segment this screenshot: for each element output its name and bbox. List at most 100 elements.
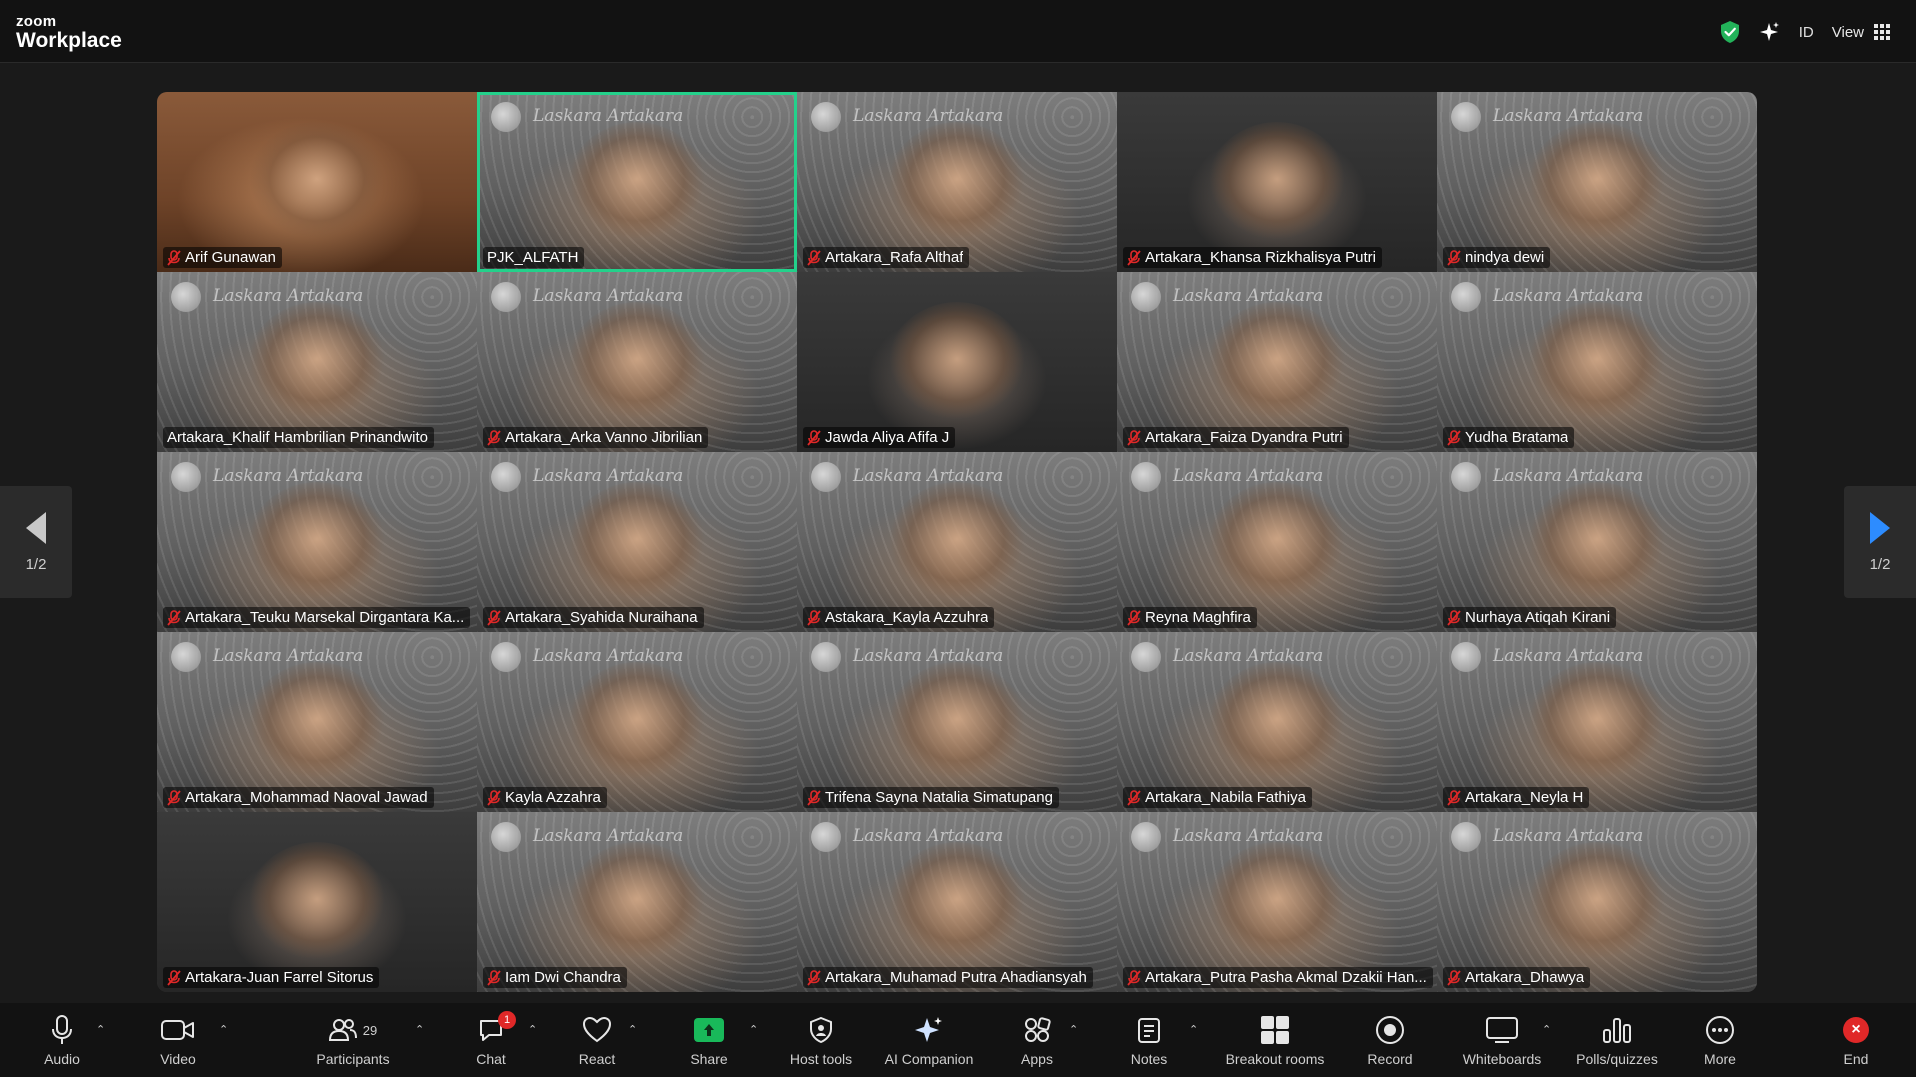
video-tile[interactable]: Laskara Artakara Artakara_Teuku Marsekal … <box>157 452 477 632</box>
background-watermark: Laskara Artakara <box>853 466 1004 486</box>
whiteboards-label: Whiteboards <box>1462 1051 1542 1067</box>
more-button[interactable]: More <box>1670 1013 1770 1075</box>
arrow-right-icon <box>1870 511 1890 544</box>
participant-name: Yudha Bratama <box>1465 429 1569 446</box>
zoom-logo: zoom Workplace <box>16 14 122 52</box>
next-page-button[interactable]: 1/2 <box>1844 486 1916 598</box>
polls-quizzes-button[interactable]: Polls/quizzes <box>1567 1013 1667 1075</box>
video-tile[interactable]: Laskara Artakara Kayla Azzahra <box>477 632 797 812</box>
react-options-chevron-up-icon[interactable]: ⌃ <box>628 1023 637 1036</box>
organization-logo-icon <box>1451 462 1481 492</box>
video-tile[interactable]: Laskara Artakara Artakara_Rafa Althaf <box>797 92 1117 272</box>
share-button[interactable]: Share <box>659 1013 759 1075</box>
video-tile[interactable]: Laskara Artakara Yudha Bratama <box>1437 272 1757 452</box>
muted-mic-icon <box>1447 429 1461 446</box>
participant-name: Reyna Maghfira <box>1145 609 1251 626</box>
participant-name: nindya dewi <box>1465 249 1545 266</box>
video-tile[interactable]: Arif Gunawan <box>157 92 477 272</box>
video-options-chevron-up-icon[interactable]: ⌃ <box>219 1023 228 1036</box>
participants-button[interactable]: 29 Participants <box>303 1013 403 1075</box>
participant-name: Astakara_Kayla Azzuhra <box>825 609 989 626</box>
notes-button[interactable]: Notes <box>1099 1013 1199 1075</box>
end-meeting-button[interactable]: × End <box>1806 1013 1906 1075</box>
participant-name: Artakara_Teuku Marsekal Dirgantara Ka... <box>185 609 465 626</box>
audio-options-chevron-up-icon[interactable]: ⌃ <box>96 1023 105 1036</box>
organization-logo-icon <box>1131 642 1161 672</box>
organization-logo-icon <box>1131 282 1161 312</box>
audio-label: Audio <box>44 1051 80 1067</box>
video-tile[interactable]: Laskara Artakara Artakara_Mohammad Naoval… <box>157 632 477 812</box>
participant-name-tag: Yudha Bratama <box>1443 427 1575 448</box>
host-shield-icon <box>810 1017 832 1043</box>
participants-icon <box>328 1019 357 1041</box>
participant-name-tag: Artakara_Nabila Fathiya <box>1123 787 1312 808</box>
organization-logo-icon <box>1131 462 1161 492</box>
chat-options-chevron-up-icon[interactable]: ⌃ <box>528 1023 537 1036</box>
participant-name-tag: Artakara_Dhawya <box>1443 967 1591 988</box>
video-tile[interactable]: Laskara Artakara Artakara_Nabila Fathiya <box>1117 632 1437 812</box>
video-tile[interactable]: Laskara Artakara Nurhaya Atiqah Kirani <box>1437 452 1757 632</box>
background-watermark: Laskara Artakara <box>1173 646 1324 666</box>
video-tile[interactable]: Laskara Artakara Trifena Sayna Natalia Si… <box>797 632 1117 812</box>
video-tile[interactable]: Artakara-Juan Farrel Sitorus <box>157 812 477 992</box>
video-tile[interactable]: Laskara Artakara Artakara_Putra Pasha Akm… <box>1117 812 1437 992</box>
video-tile[interactable]: Jawda Aliya Afifa J <box>797 272 1117 452</box>
previous-page-button[interactable]: 1/2 <box>0 486 72 598</box>
breakout-rooms-button[interactable]: Breakout rooms <box>1225 1013 1325 1075</box>
organization-logo-icon <box>491 642 521 672</box>
muted-mic-icon <box>1127 969 1141 986</box>
video-tile[interactable]: Laskara Artakara Astakara_Kayla Azzuhra <box>797 452 1117 632</box>
view-button[interactable]: View <box>1832 24 1890 41</box>
video-tile[interactable]: Laskara Artakara PJK_ALFATH <box>477 92 797 272</box>
participant-name-tag: PJK_ALFATH <box>483 247 585 268</box>
video-tile[interactable]: Laskara Artakara Iam Dwi Chandra <box>477 812 797 992</box>
video-tile[interactable]: Laskara Artakara Artakara_Neyla H <box>1437 632 1757 812</box>
apps-options-chevron-up-icon[interactable]: ⌃ <box>1069 1023 1078 1036</box>
participant-name-tag: Artakara_Arka Vanno Jibrilian <box>483 427 709 448</box>
video-tile[interactable]: Laskara Artakara Reyna Maghfira <box>1117 452 1437 632</box>
participant-name-tag: Artakara_Khansa Rizkhalisya Putri <box>1123 247 1382 268</box>
video-tile[interactable]: Laskara Artakara Artakara_Syahida Nuraiha… <box>477 452 797 632</box>
notes-options-chevron-up-icon[interactable]: ⌃ <box>1189 1023 1198 1036</box>
video-button[interactable]: Video <box>128 1013 228 1075</box>
video-tile[interactable]: Laskara Artakara Artakara_Khalif Hambrili… <box>157 272 477 452</box>
organization-logo-icon <box>811 462 841 492</box>
video-tile[interactable]: Laskara Artakara Artakara_Arka Vanno Jibr… <box>477 272 797 452</box>
muted-mic-icon <box>167 249 181 266</box>
background-watermark: Laskara Artakara <box>1173 826 1324 846</box>
chat-button[interactable]: 1 Chat <box>441 1011 541 1075</box>
organization-logo-icon <box>491 822 521 852</box>
ai-sparkle-icon[interactable] <box>1759 21 1781 43</box>
muted-mic-icon <box>807 969 821 986</box>
participants-count: 29 <box>362 1022 378 1038</box>
react-label: React <box>578 1051 616 1067</box>
meeting-id-button[interactable]: ID <box>1799 24 1814 41</box>
ai-companion-button[interactable]: AI Companion <box>879 1013 979 1075</box>
participant-video <box>562 122 712 272</box>
video-tile[interactable]: Artakara_Khansa Rizkhalisya Putri <box>1117 92 1437 272</box>
video-tile[interactable]: Laskara Artakara Artakara_Faiza Dyandra P… <box>1117 272 1437 452</box>
participant-name-tag: Artakara_Khalif Hambrilian Prinandwito <box>163 427 434 448</box>
host-tools-button[interactable]: Host tools <box>771 1013 871 1075</box>
polls-quizzes-label: Polls/quizzes <box>1576 1051 1658 1067</box>
muted-mic-icon <box>807 609 821 626</box>
organization-logo-icon <box>491 462 521 492</box>
top-bar: zoom Workplace ID View <box>0 0 1916 63</box>
record-button[interactable]: Record <box>1340 1013 1440 1075</box>
muted-mic-icon <box>1447 789 1461 806</box>
video-tile[interactable]: Laskara Artakara Artakara_Dhawya <box>1437 812 1757 992</box>
brand-big-text: Workplace <box>16 29 122 52</box>
organization-logo-icon <box>811 102 841 132</box>
video-tile[interactable]: Laskara Artakara Artakara_Muhamad Putra A… <box>797 812 1117 992</box>
participant-name-tag: Arif Gunawan <box>163 247 282 268</box>
encryption-shield-icon[interactable] <box>1719 20 1741 44</box>
video-tile[interactable]: Laskara Artakara nindya dewi <box>1437 92 1757 272</box>
participants-options-chevron-up-icon[interactable]: ⌃ <box>415 1023 424 1036</box>
end-label: End <box>1843 1051 1869 1067</box>
whiteboards-options-chevron-up-icon[interactable]: ⌃ <box>1542 1023 1551 1036</box>
share-options-chevron-up-icon[interactable]: ⌃ <box>749 1023 758 1036</box>
muted-mic-icon <box>807 789 821 806</box>
participant-name: Artakara_Arka Vanno Jibrilian <box>505 429 703 446</box>
whiteboards-button[interactable]: Whiteboards <box>1452 1013 1552 1075</box>
participant-name-tag: Artakara_Faiza Dyandra Putri <box>1123 427 1349 448</box>
